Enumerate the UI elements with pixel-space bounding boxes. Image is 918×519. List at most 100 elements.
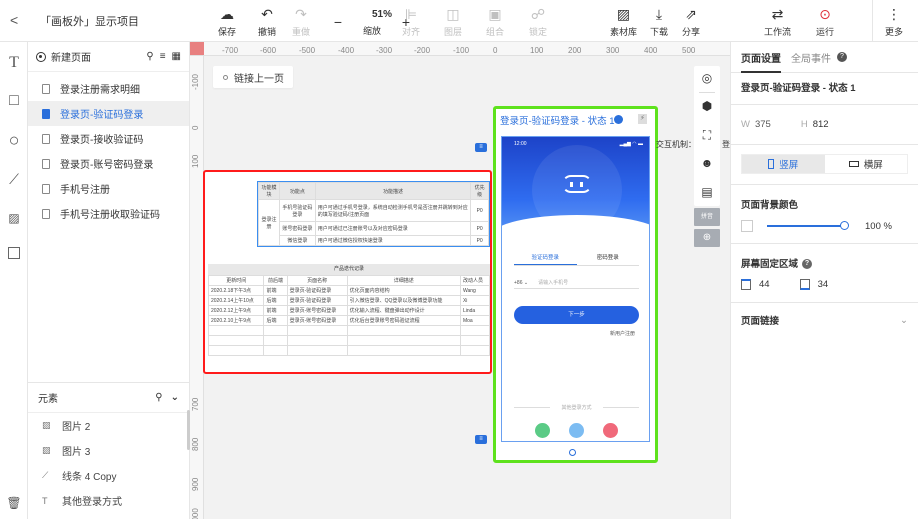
tab-global-events[interactable]: 全局事件 [791,50,831,65]
opacity-slider[interactable] [767,225,845,227]
download-button[interactable]: ⤓下载 [650,5,668,38]
project-title: 「画板外」显示项目 [40,13,139,29]
search-icon[interactable]: ⚲ [146,51,153,62]
artboard-login-page[interactable]: 登录页-验证码登录 - 状态 1 ⚡ 12:00 ▂▄▆ ◠ ▬ 验证码登录 密… [493,106,658,463]
layer-button[interactable]: ◫图层 [444,5,462,38]
zoom-out-button[interactable]: − [330,14,346,30]
portrait-button[interactable]: 竖屏 [742,155,825,173]
logo-face-icon [562,175,592,193]
redo-icon: ↷ [295,5,307,23]
phone-screen: 12:00 ▂▄▆ ◠ ▬ 验证码登录 密码登录 +86 ⌄请输入手机号 下一步… [501,136,650,442]
gear-icon[interactable] [614,115,623,124]
image-tool-icon[interactable]: ▨ [5,209,23,227]
help-icon[interactable]: ? [802,259,812,269]
fixed-top-value[interactable]: 44 [759,279,770,290]
back-chevron-icon[interactable]: < [10,12,18,28]
align-button[interactable]: ⊫对齐 [402,5,420,38]
artboard-title[interactable]: 登录页-验证码登录 - 状态 1 [500,113,615,127]
slider-knob[interactable] [840,221,849,230]
other-login-label: 其他登录方式 [514,404,639,411]
grid-view-icon[interactable]: ▦ [172,51,181,62]
globe-icon[interactable]: ⊕ [694,229,720,247]
workflow-button[interactable]: ⇄工作流 [764,5,791,38]
undo-button[interactable]: ↶撤销 [258,5,276,38]
download-icon: ⤓ [656,5,662,23]
country-code-select[interactable]: +86 ⌄ [514,280,528,286]
target-icon[interactable]: ◎ [699,70,715,86]
page-item[interactable]: 登录页-账号密码登录 [28,151,189,176]
iteration-table[interactable]: 产品迭代记录 更新时间前后端页面名称详细描述改动人员 2020.2.18下午3点… [208,264,490,356]
page-item[interactable]: 手机号注册 [28,176,189,201]
layout-icon[interactable]: ▤ [699,184,715,200]
lock-button[interactable]: ☍锁定 [529,5,547,38]
rectangle-tool-icon[interactable]: □ [5,92,23,110]
trash-icon[interactable]: 🗑 [5,494,23,512]
weibo-icon[interactable] [603,423,618,438]
selected-requirements-group[interactable]: 功能模块功能点功能描述优先级 登录注册手机号验证码登录用户可通过手机号登录，系统… [203,170,492,374]
save-button[interactable]: ☁保存 [218,5,236,38]
wechat-icon[interactable] [535,423,550,438]
tab-password-login[interactable]: 密码登录 [577,253,640,265]
tab-sms-login[interactable]: 验证码登录 [514,253,577,265]
scan-icon[interactable]: ⛶ [699,127,715,143]
pages-header: 新建页面 ⚲ ≡ ▦ [28,42,189,72]
hotspot-tool-icon[interactable] [8,247,20,259]
emoji-icon[interactable]: ☻ [699,155,715,171]
page-item[interactable]: 登录注册需求明细 [28,76,189,101]
asset-library-button[interactable]: ▨素材库 [610,5,637,38]
page-item[interactable]: 登录页-接收验证码 [28,126,189,151]
bg-color-swatch[interactable] [741,220,753,232]
zoom-level[interactable]: 51% [372,6,392,24]
ellipse-tool-icon[interactable]: ○ [5,131,23,149]
resize-handle[interactable] [569,449,576,456]
page-item[interactable]: 手机号注册收取验证码 [28,201,189,226]
chevron-down-icon[interactable]: ⌄ [171,392,179,403]
next-button[interactable]: 下一步 [514,306,639,324]
layer-icon: ◫ [446,5,459,23]
image-icon: ▨ [42,445,54,456]
line-tool-icon[interactable]: ⟋ [5,170,23,188]
qq-icon[interactable] [569,423,584,438]
table-row: 2020.2.18下午3点前端登录页-验证码登录优化页面内容结构Wang [209,286,490,296]
image-icon: ▨ [42,420,54,431]
flow-marker-icon[interactable]: ≡ [475,435,487,444]
pinyin-button[interactable]: 拼音 [694,208,720,226]
search-icon[interactable]: ⚲ [155,392,162,403]
element-item[interactable]: ⟋线条 4 Copy [28,463,189,488]
width-field[interactable]: 375 [755,119,771,130]
page-link-section[interactable]: 页面链接⌄ [731,303,918,337]
element-item[interactable]: ▨图片 3 [28,438,189,463]
add-page-icon[interactable] [36,52,46,62]
opacity-value[interactable]: 100 % [865,221,892,232]
requirements-table[interactable]: 功能模块功能点功能描述优先级 登录注册手机号验证码登录用户可通过手机号登录，系统… [257,181,490,247]
list-view-icon[interactable]: ≡ [160,51,166,62]
text-icon: T [42,496,54,506]
group-button[interactable]: ▣组合 [486,5,504,38]
page-item-active[interactable]: 登录页-验证码登录 [28,101,189,126]
component-icon[interactable]: ⬢ [699,98,715,114]
more-button[interactable]: ⋮更多 [885,5,903,38]
fixed-top-icon [741,279,751,290]
divider [872,0,873,42]
run-button[interactable]: ⊙运行 [816,5,834,38]
redo-button[interactable]: ↷重做 [292,5,310,38]
flow-marker-icon[interactable]: ≡ [475,143,487,152]
elements-panel: 元素⚲⌄ ▨图片 2 ▨图片 3 ⟋线条 4 Copy T其他登录方式 [28,382,190,519]
undo-icon: ↶ [261,5,273,23]
height-field[interactable]: 812 [813,119,829,130]
new-page-button[interactable]: 新建页面 [51,49,91,64]
element-item[interactable]: ▨图片 2 [28,413,189,438]
interaction-bolt-icon[interactable]: ⚡ [638,114,647,124]
phone-input[interactable]: +86 ⌄请输入手机号 [514,277,639,289]
ruler-corner[interactable] [190,42,204,56]
tab-page-settings[interactable]: 页面设置 [741,42,781,73]
text-tool-icon[interactable]: T [5,54,23,72]
help-icon[interactable]: ? [837,52,847,62]
fixed-bottom-value[interactable]: 34 [818,279,829,290]
table-row: 2020.2.14上午10点后端登录页-验证码登录引入微信登录、QQ登录以及微博… [209,296,490,306]
element-item[interactable]: T其他登录方式 [28,488,189,513]
landscape-button[interactable]: 横屏 [825,155,908,173]
link-previous-page-button[interactable]: 链接上一页 [213,66,293,88]
register-link[interactable]: 新用户注册 [610,330,635,337]
share-button[interactable]: ⇗分享 [682,5,700,38]
